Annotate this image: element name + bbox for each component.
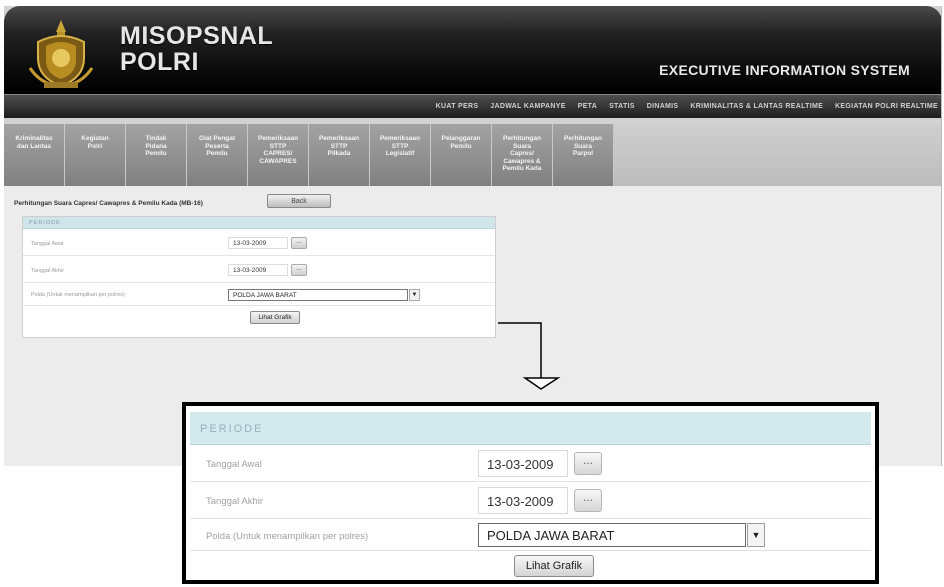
subnav-pelanggaran-pemilu[interactable]: Pelanggaran Pemilu: [431, 124, 492, 186]
zoom-input-tanggal-awal[interactable]: 13-03-2009: [478, 450, 568, 477]
nav-statis[interactable]: STATIS: [609, 103, 635, 110]
row-tanggal-awal: Tanggal Awal 13-03-2009 ...: [23, 230, 495, 256]
input-tanggal-akhir[interactable]: 13-03-2009: [228, 264, 288, 276]
subnav-perhitungan-suara-capres[interactable]: Perhitungan Suara Capres/ Cawapres & Pem…: [492, 124, 553, 186]
zoom-label-tanggal-awal: Tanggal Awal: [206, 459, 262, 470]
zoom-row-submit: Lihat Grafik: [190, 552, 871, 580]
label-polda: Polda (Untuk menampilkan per polres): [31, 292, 125, 298]
select-polda[interactable]: POLDA JAWA BARAT: [228, 289, 408, 301]
periode-header: PERIODE: [23, 217, 495, 229]
page-title: Perhitungan Suara Capres/ Cawapres & Pem…: [14, 200, 203, 207]
calendar-button-awal[interactable]: ...: [291, 237, 307, 249]
zoom-chevron-down-icon[interactable]: ▼: [747, 523, 765, 547]
nav-kegiatan-polri-realtime[interactable]: KEGIATAN POLRI REALTIME: [835, 103, 938, 110]
brand-title-line1: MISOPSNAL: [120, 22, 274, 50]
zoom-label-tanggal-akhir: Tanggal Akhir: [206, 496, 264, 507]
zoom-lihat-grafik-button[interactable]: Lihat Grafik: [514, 555, 594, 577]
nav-dinamis[interactable]: DINAMIS: [647, 103, 679, 110]
nav-jadwal-kampanye[interactable]: JADWAL KAMPANYE: [490, 103, 565, 110]
subnav-sttp-capres[interactable]: Pemeriksaan STTP CAPRES/ CAWAPRES: [248, 124, 309, 186]
subnav-kriminalitas-lantas[interactable]: Kriminalitas dan Lantas: [4, 124, 65, 186]
row-submit: Lihat Grafik: [23, 307, 495, 338]
system-title: EXECUTIVE INFORMATION SYSTEM: [659, 62, 910, 78]
top-navigation: KUAT PERS JADWAL KAMPANYE PETA STATIS DI…: [4, 94, 941, 118]
subnav-perhitungan-suara-parpol[interactable]: Perhitungan Suara Parpol: [553, 124, 614, 186]
back-button[interactable]: Back: [267, 194, 331, 208]
zoomed-periode-panel: PERIODE Tanggal Awal 13-03-2009 ... Tang…: [182, 402, 879, 584]
zoom-calendar-button-akhir[interactable]: ...: [574, 489, 602, 512]
zoom-row-polda: Polda (Untuk menampilkan per polres) POL…: [190, 520, 871, 551]
subnav-kegiatan-polri[interactable]: Kegiatan Polri: [65, 124, 126, 186]
sub-navigation: Kriminalitas dan Lantas Kegiatan Polri T…: [4, 124, 941, 186]
zoom-row-tanggal-awal: Tanggal Awal 13-03-2009 ...: [190, 446, 871, 482]
label-tanggal-awal: Tanggal Awal: [31, 241, 64, 247]
app-header: MISOPSNAL POLRI EXECUTIVE INFORMATION SY…: [4, 6, 941, 94]
calendar-button-akhir[interactable]: ...: [291, 264, 307, 276]
zoom-row-tanggal-akhir: Tanggal Akhir 13-03-2009 ...: [190, 483, 871, 519]
zoom-periode-header: PERIODE: [190, 412, 871, 445]
screenshot-stage: MISOPSNAL POLRI EXECUTIVE INFORMATION SY…: [0, 0, 944, 587]
brand-title-line2: POLRI: [120, 48, 199, 76]
subnav-sttp-legislatif[interactable]: Pemeriksaan STTP Legislatif: [370, 124, 431, 186]
subnav-giat-pengat-peserta[interactable]: Giat Pengat Peserta Pemilu: [187, 124, 248, 186]
polri-emblem-logo: [28, 20, 94, 88]
lihat-grafik-button[interactable]: Lihat Grafik: [250, 311, 300, 324]
zoom-select-polda[interactable]: POLDA JAWA BARAT: [478, 523, 746, 547]
zoom-calendar-button-awal[interactable]: ...: [574, 452, 602, 475]
subnav-sttp-pilkada[interactable]: Pemeriksaan STTP Pilkada: [309, 124, 370, 186]
nav-kriminalitas-lantas-realtime[interactable]: KRIMINALITAS & LANTAS REALTIME: [690, 103, 823, 110]
chevron-down-icon[interactable]: ▼: [409, 289, 420, 301]
periode-panel: PERIODE Tanggal Awal 13-03-2009 ... Tang…: [22, 216, 496, 338]
nav-kuat-pers[interactable]: KUAT PERS: [436, 103, 479, 110]
subnav-filler: [614, 124, 941, 186]
input-tanggal-awal[interactable]: 13-03-2009: [228, 237, 288, 249]
subnav-tindak-pidana-pemilu[interactable]: Tindak Pidana Pemilu: [126, 124, 187, 186]
zoom-input-tanggal-akhir[interactable]: 13-03-2009: [478, 487, 568, 514]
label-tanggal-akhir: Tanggal Akhir: [31, 268, 65, 274]
app-window: MISOPSNAL POLRI EXECUTIVE INFORMATION SY…: [4, 6, 942, 466]
row-polda: Polda (Untuk menampilkan per polres) POL…: [23, 284, 495, 306]
nav-peta[interactable]: PETA: [578, 103, 597, 110]
row-tanggal-akhir: Tanggal Akhir 13-03-2009 ...: [23, 257, 495, 283]
zoom-label-polda: Polda (Untuk menampilkan per polres): [206, 531, 369, 542]
